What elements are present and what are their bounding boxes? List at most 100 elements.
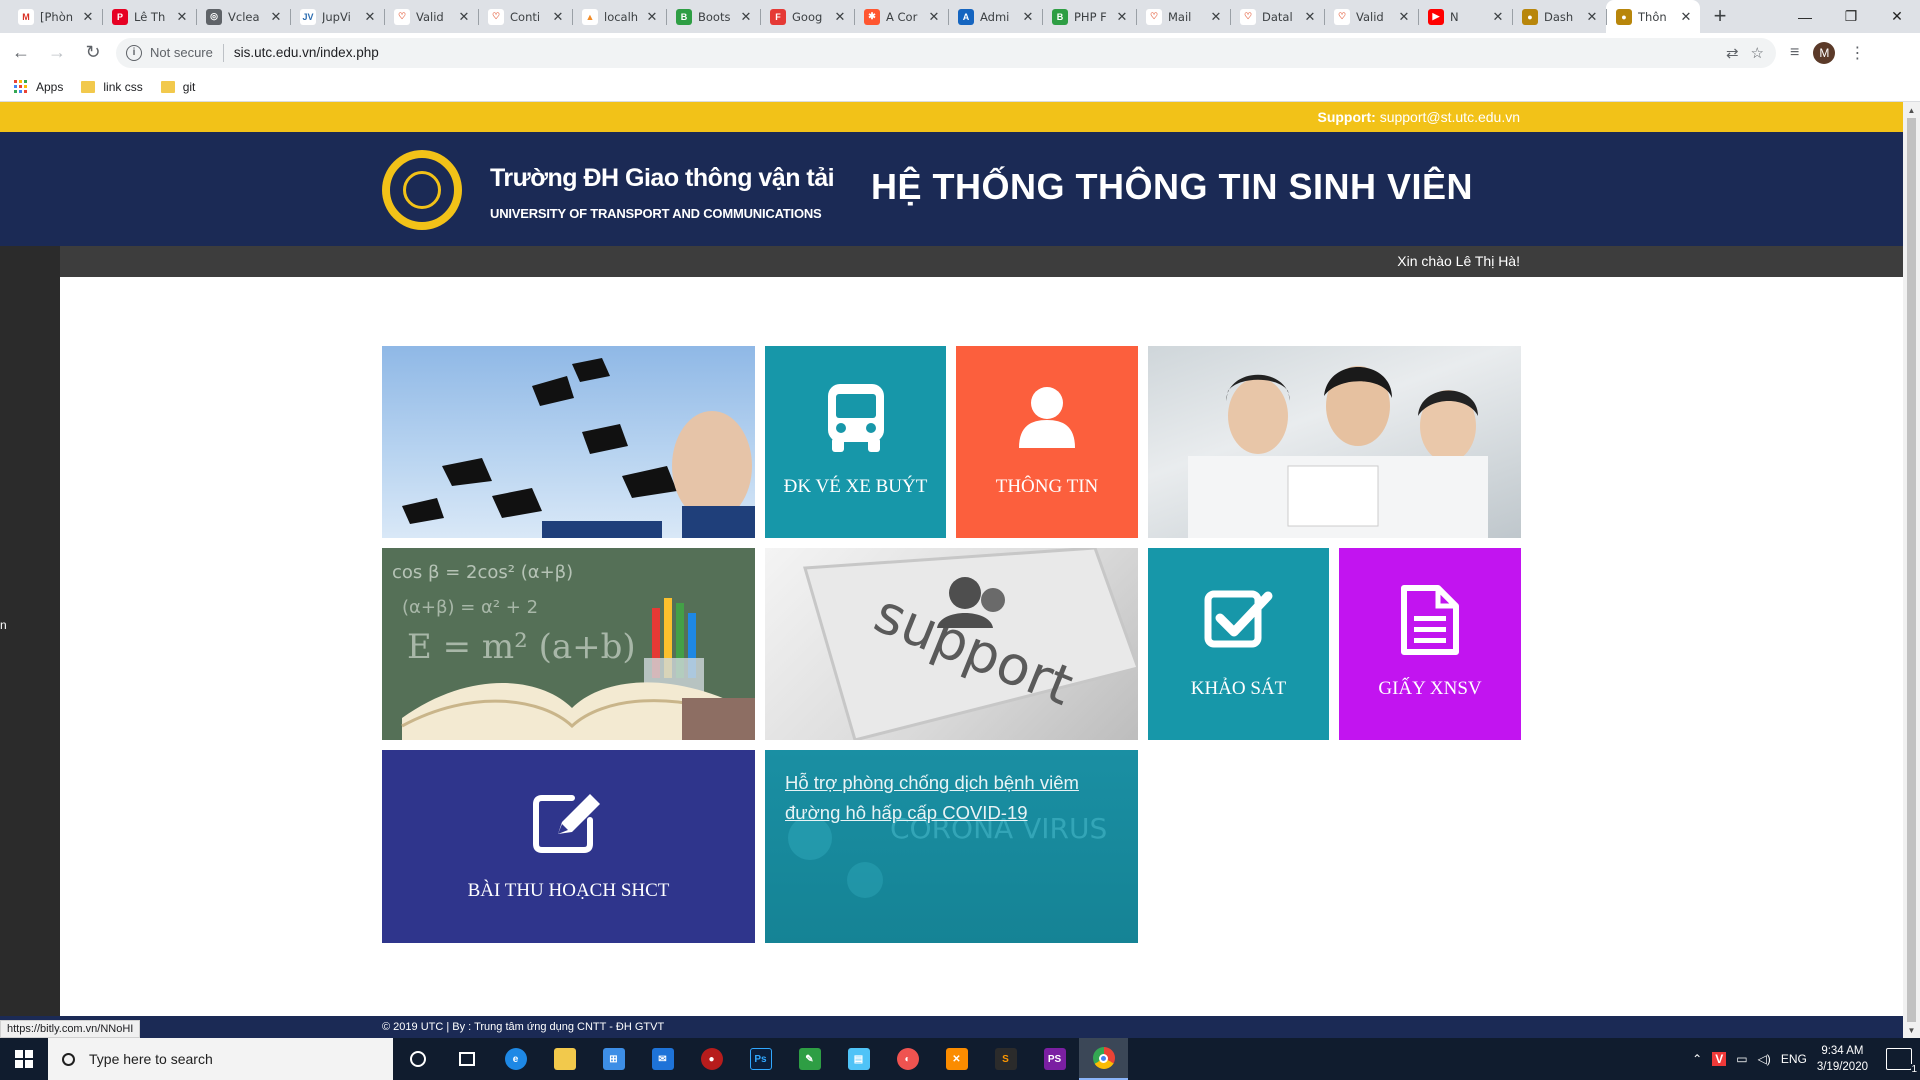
certificate-tile[interactable]: GIẤY XNSV xyxy=(1339,548,1521,740)
bookmark-folder-link-css[interactable]: link css xyxy=(81,80,143,94)
study-photo-tile[interactable]: cos β = 2cos² (α+β) (α+β) = α² + 2 E = m… xyxy=(382,548,755,740)
tab-close-icon[interactable]: ✕ xyxy=(1396,9,1412,25)
bookmark-apps[interactable]: Apps xyxy=(14,79,63,94)
browser-tab[interactable]: F Goog ✕ xyxy=(760,0,854,33)
browser-tab[interactable]: ● Thôn ✕ xyxy=(1606,0,1700,33)
browser-tab[interactable]: ♡ Valid ✕ xyxy=(1324,0,1418,33)
sublime-icon[interactable]: S xyxy=(981,1038,1030,1080)
clock[interactable]: 9:34 AM 3/19/2020 xyxy=(1817,1043,1868,1075)
tab-close-icon[interactable]: ✕ xyxy=(1208,9,1224,25)
tab-favicon-icon: ● xyxy=(1616,8,1632,25)
tab-close-icon[interactable]: ✕ xyxy=(1490,9,1506,25)
back-button[interactable]: ← xyxy=(6,38,36,68)
browser-tab[interactable]: M [Phòn ✕ xyxy=(8,0,102,33)
media-control-icon[interactable]: ≡ xyxy=(1790,44,1799,62)
chrome-icon[interactable] xyxy=(1079,1038,1128,1080)
browser-tab[interactable]: ▶ N ✕ xyxy=(1418,0,1512,33)
tab-close-icon[interactable]: ✕ xyxy=(738,9,754,25)
browser-tab[interactable]: ● Dash ✕ xyxy=(1512,0,1606,33)
phpstorm-icon[interactable]: PS xyxy=(1030,1038,1079,1080)
browser-tab[interactable]: ♡ Conti ✕ xyxy=(478,0,572,33)
bus-ticket-tile[interactable]: ĐK VÉ XE BUÝT xyxy=(765,346,946,538)
university-logo[interactable] xyxy=(382,150,462,230)
vscode-like-icon[interactable]: ◐ xyxy=(883,1038,932,1080)
language-indicator[interactable]: ENG xyxy=(1781,1052,1807,1066)
browser-tab[interactable]: ✱ A Cor ✕ xyxy=(854,0,948,33)
tab-close-icon[interactable]: ✕ xyxy=(1678,9,1694,25)
forward-button[interactable]: → xyxy=(42,38,72,68)
address-bar[interactable]: i Not secure sis.utc.edu.vn/index.php ⇄ … xyxy=(116,37,1776,68)
browser-tab[interactable]: ▲ localh ✕ xyxy=(572,0,666,33)
minimize-button[interactable]: — xyxy=(1782,0,1828,33)
bookmark-star-icon[interactable]: ☆ xyxy=(1751,44,1764,62)
page-scrollbar[interactable]: ▲ ▼ xyxy=(1903,102,1920,1038)
volume-icon[interactable]: ◁) xyxy=(1758,1052,1771,1066)
tab-close-icon[interactable]: ✕ xyxy=(456,9,472,25)
browser-tab[interactable]: ♡ Mail ✕ xyxy=(1136,0,1230,33)
file-explorer-icon[interactable] xyxy=(540,1038,589,1080)
tab-title: Mail xyxy=(1168,9,1192,24)
network-icon[interactable]: ▭ xyxy=(1736,1052,1747,1066)
cortana-icon[interactable] xyxy=(393,1038,442,1080)
profile-avatar[interactable]: M xyxy=(1813,41,1836,64)
antivirus-icon[interactable]: ● xyxy=(687,1038,736,1080)
notification-center-icon[interactable]: 1 xyxy=(1886,1048,1917,1075)
browser-tab[interactable]: B PHP F ✕ xyxy=(1042,0,1136,33)
menu-icon[interactable]: ⋮ xyxy=(1849,43,1865,63)
scroll-down-arrow[interactable]: ▼ xyxy=(1903,1022,1920,1038)
notes-icon[interactable]: ▤ xyxy=(834,1038,883,1080)
support-contact: Support: support@st.utc.edu.vn xyxy=(1317,109,1520,125)
reload-button[interactable]: ↻ xyxy=(78,38,108,68)
support-email[interactable]: support@st.utc.edu.vn xyxy=(1380,109,1520,125)
translate-icon[interactable]: ⇄ xyxy=(1726,44,1739,62)
browser-tab[interactable]: B Boots ✕ xyxy=(666,0,760,33)
browser-tab[interactable]: ◎ Vclea ✕ xyxy=(196,0,290,33)
browser-tab[interactable]: ♡ Datal ✕ xyxy=(1230,0,1324,33)
tab-close-icon[interactable]: ✕ xyxy=(1584,9,1600,25)
url-text[interactable]: sis.utc.edu.vn/index.php xyxy=(234,45,379,60)
browser-tab[interactable]: ♡ Valid ✕ xyxy=(384,0,478,33)
tab-close-icon[interactable]: ✕ xyxy=(926,9,942,25)
store-icon[interactable]: ⊞ xyxy=(589,1038,638,1080)
tab-close-icon[interactable]: ✕ xyxy=(550,9,566,25)
new-tab-button[interactable]: + xyxy=(1706,2,1734,30)
photoshop-icon[interactable]: Ps xyxy=(736,1038,785,1080)
tab-close-icon[interactable]: ✕ xyxy=(1302,9,1318,25)
tab-close-icon[interactable]: ✕ xyxy=(80,9,96,25)
students-photo-tile[interactable] xyxy=(1148,346,1521,538)
task-view-icon[interactable] xyxy=(442,1038,491,1080)
tray-expand-icon[interactable]: ⌃ xyxy=(1692,1052,1702,1066)
apps-grid-icon xyxy=(14,79,28,94)
taskbar-search[interactable]: Type here to search xyxy=(48,1038,393,1080)
tab-close-icon[interactable]: ✕ xyxy=(1020,9,1036,25)
tab-close-icon[interactable]: ✕ xyxy=(268,9,284,25)
tab-close-icon[interactable]: ✕ xyxy=(174,9,190,25)
scroll-up-arrow[interactable]: ▲ xyxy=(1903,102,1920,118)
university-name-vn: Trường ĐH Giao thông vận tải xyxy=(490,164,835,192)
info-icon[interactable]: i xyxy=(126,44,142,61)
tab-close-icon[interactable]: ✕ xyxy=(362,9,378,25)
browser-tab[interactable]: P Lê Th ✕ xyxy=(102,0,196,33)
browser-tab[interactable]: A Admi ✕ xyxy=(948,0,1042,33)
survey-tile[interactable]: KHẢO SÁT xyxy=(1148,548,1329,740)
bookmark-folder-git[interactable]: git xyxy=(160,80,195,94)
report-tile[interactable]: BÀI THU HOẠCH SHCT xyxy=(382,750,755,943)
support-tile[interactable]: support xyxy=(765,548,1138,740)
graduation-photo-tile[interactable] xyxy=(382,346,755,538)
vivaldi-tray-icon[interactable]: V xyxy=(1712,1052,1727,1066)
restore-button[interactable]: ❐ xyxy=(1828,0,1874,33)
notepad-icon[interactable]: ✎ xyxy=(785,1038,834,1080)
start-button[interactable] xyxy=(0,1038,48,1080)
mail-icon[interactable]: ✉ xyxy=(638,1038,687,1080)
tab-close-icon[interactable]: ✕ xyxy=(644,9,660,25)
covid-link[interactable]: Hỗ trợ phòng chống dịch bệnh viêm đường … xyxy=(785,768,1115,828)
browser-tab[interactable]: JV JupVi ✕ xyxy=(290,0,384,33)
xampp-icon[interactable]: ✕ xyxy=(932,1038,981,1080)
tab-close-icon[interactable]: ✕ xyxy=(1114,9,1130,25)
scrollbar-thumb[interactable] xyxy=(1907,118,1916,1022)
tab-close-icon[interactable]: ✕ xyxy=(832,9,848,25)
covid-support-tile[interactable]: CORONA VIRUS Hỗ trợ phòng chống dịch bện… xyxy=(765,750,1138,943)
student-info-tile[interactable]: THÔNG TIN xyxy=(956,346,1138,538)
edge-icon[interactable]: e xyxy=(491,1038,540,1080)
close-window-button[interactable]: ✕ xyxy=(1874,0,1920,33)
